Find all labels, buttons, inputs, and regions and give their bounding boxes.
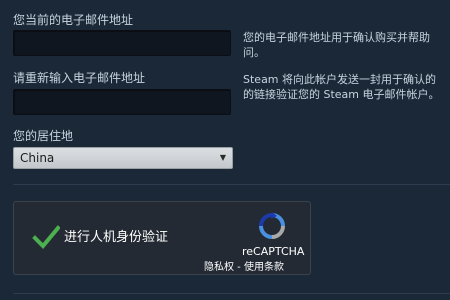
recaptcha-brand: reCAPTCHA (242, 245, 305, 258)
reenter-email-field[interactable] (13, 89, 231, 115)
checkmark-icon[interactable] (32, 224, 61, 250)
residence-selected-value: China (20, 151, 55, 165)
privacy-link[interactable]: 隐私权 (204, 262, 234, 273)
recaptcha-logo-icon (258, 212, 286, 240)
terms-link[interactable]: 使用条款 (244, 262, 284, 273)
residence-select[interactable]: China ▼ (13, 147, 233, 169)
section-divider-top (13, 184, 450, 185)
links-separator: - (234, 262, 244, 273)
recaptcha-widget: 进行人机身份验证 reCAPTCHA 隐私权 - 使用条款 (13, 201, 311, 275)
reenter-email-help-line2: 的链接验证您的 Steam 电子邮件帐户。 (243, 88, 440, 101)
current-email-label: 您当前的电子邮件地址 (13, 13, 134, 27)
email-form-page: 您当前的电子邮件地址 您的电子邮件地址用于确认购买并帮助 问。 请重新输入电子邮… (0, 0, 450, 300)
captcha-label: 进行人机身份验证 (64, 230, 169, 245)
section-divider-bottom (13, 293, 450, 294)
reenter-email-help-line1: Steam 将向此帐户发送一封用于确认的 (243, 73, 437, 86)
current-email-help-line1: 您的电子邮件地址用于确认购买并帮助 (243, 31, 430, 44)
residence-label: 您的居住地 (13, 129, 74, 143)
captcha-links: 隐私权 - 使用条款 (204, 262, 284, 274)
current-email-field[interactable] (13, 30, 231, 56)
dropdown-arrow-icon: ▼ (219, 153, 226, 162)
reenter-email-label: 请重新输入电子邮件地址 (13, 71, 146, 85)
current-email-help-line2: 问。 (243, 46, 265, 59)
